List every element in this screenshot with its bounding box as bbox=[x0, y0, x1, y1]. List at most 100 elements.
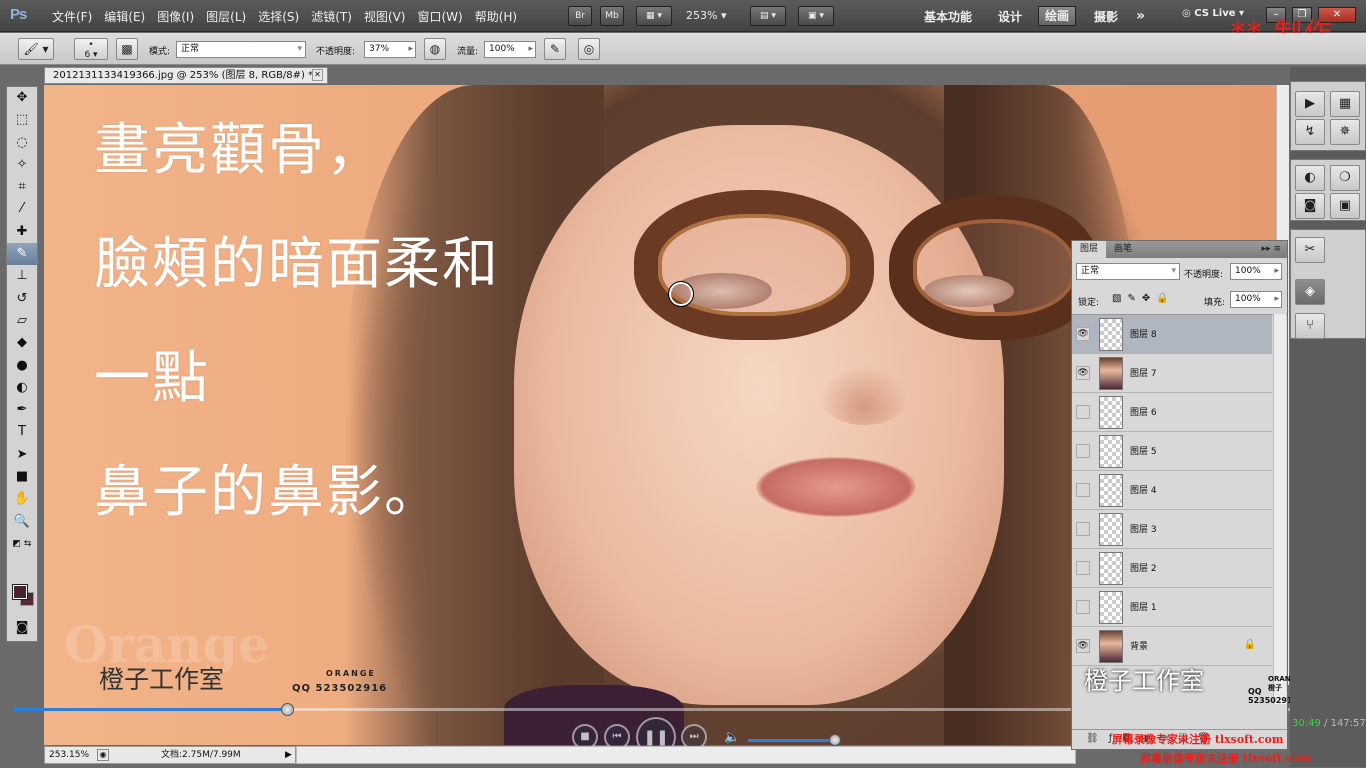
eraser-icon[interactable]: ▱ bbox=[7, 310, 37, 332]
zoom-level-select[interactable]: 253% ▾ bbox=[686, 9, 726, 22]
airbrush-icon[interactable]: ✎ bbox=[544, 38, 566, 60]
bucket-icon[interactable]: ◆ bbox=[7, 332, 37, 354]
layer-row[interactable]: 图层 6 bbox=[1072, 393, 1272, 432]
move-icon[interactable]: ✥ bbox=[7, 87, 37, 109]
menu-select[interactable]: 选择(S) bbox=[252, 9, 305, 25]
screen-mode-button[interactable]: ▣ ▾ bbox=[798, 6, 834, 26]
layer-row[interactable]: 👁 图层 7 bbox=[1072, 354, 1272, 393]
zoom-status[interactable]: 253.15% bbox=[49, 747, 89, 763]
fill-field[interactable]: 100% ▸ bbox=[1230, 291, 1282, 308]
layer-list-scrollbar[interactable] bbox=[1273, 314, 1286, 704]
shape-icon[interactable]: ■ bbox=[7, 466, 37, 488]
bridge-button[interactable]: Br bbox=[568, 6, 592, 26]
volume-bar[interactable] bbox=[748, 734, 842, 746]
visibility-eye-icon[interactable] bbox=[1076, 405, 1090, 419]
lock-icons[interactable]: ▧✎✥🔒 bbox=[1112, 293, 1175, 304]
workspace-photography[interactable]: 摄影 bbox=[1094, 8, 1118, 25]
layer-blend-select[interactable]: 正常 ▾ bbox=[1076, 263, 1180, 280]
flow-field[interactable]: 100% ▸ bbox=[484, 41, 536, 58]
hand-icon[interactable]: ✋ bbox=[7, 488, 37, 510]
layer-row[interactable]: 图层 4 bbox=[1072, 471, 1272, 510]
menu-view[interactable]: 视图(V) bbox=[358, 9, 412, 25]
lasso-icon[interactable]: ◌ bbox=[7, 132, 37, 154]
history-icon[interactable]: ↯ bbox=[1295, 119, 1325, 145]
close-document-icon[interactable]: ✕ bbox=[312, 69, 323, 81]
pressure-opacity-icon[interactable]: ◍ bbox=[424, 38, 446, 60]
tab-brush[interactable]: 画笔 bbox=[1106, 241, 1140, 258]
blend-mode-select[interactable]: 正常 ▾ bbox=[176, 41, 306, 58]
panel-menu-icon[interactable]: ▸▸ ≡ bbox=[1262, 241, 1287, 258]
link-layers-icon[interactable]: ⛓ bbox=[1086, 733, 1109, 744]
menu-window[interactable]: 窗口(W) bbox=[411, 9, 468, 25]
brush-panel-toggle-icon[interactable]: ▩ bbox=[116, 38, 138, 60]
visibility-eye-icon[interactable]: 👁 bbox=[1076, 639, 1090, 653]
zoom-icon[interactable]: 🔍 bbox=[7, 511, 37, 533]
visibility-eye-icon[interactable] bbox=[1076, 600, 1090, 614]
workspace-painting[interactable]: 绘画 bbox=[1038, 6, 1077, 26]
workspace-design[interactable]: 设计 bbox=[998, 8, 1022, 25]
visibility-eye-icon[interactable]: 👁 bbox=[1076, 327, 1090, 341]
volume-handle[interactable] bbox=[829, 734, 842, 746]
adjustments-icon[interactable]: ❍ bbox=[1330, 165, 1360, 191]
quick-mask-icon[interactable]: ◙ bbox=[7, 617, 37, 639]
layer-row[interactable]: 图层 3 bbox=[1072, 510, 1272, 549]
layer-row[interactable]: 图层 2 bbox=[1072, 549, 1272, 588]
path-select-icon[interactable]: ➤ bbox=[7, 444, 37, 466]
mini-bridge-button[interactable]: Mb bbox=[600, 6, 624, 26]
overlay-studio-name: 橙子工作室 bbox=[1084, 667, 1204, 695]
visibility-eye-icon[interactable] bbox=[1076, 444, 1090, 458]
blur-icon[interactable]: ● bbox=[7, 355, 37, 377]
layer-row[interactable]: 图层 1 bbox=[1072, 588, 1272, 627]
document-tab[interactable]: 2012131133419366.jpg @ 253% (图层 8, RGB/8… bbox=[44, 67, 328, 84]
layer-row[interactable]: 图层 5 bbox=[1072, 432, 1272, 471]
tab-layers[interactable]: 图层 bbox=[1072, 241, 1107, 258]
styles-icon[interactable]: ▣ bbox=[1330, 193, 1360, 219]
layer-row[interactable]: 👁 图层 8 bbox=[1072, 315, 1272, 354]
volume-icon[interactable]: 🔈 bbox=[724, 730, 740, 745]
channels-icon[interactable]: ⑂ bbox=[1295, 313, 1325, 339]
view-extras-button[interactable]: ▦ ▾ bbox=[636, 6, 672, 26]
tool-preset-picker[interactable]: 🖌 ▾ bbox=[18, 38, 54, 60]
actions-play-icon[interactable]: ▶ bbox=[1295, 91, 1325, 117]
eyedropper-icon[interactable]: ⁄ bbox=[7, 198, 37, 220]
quick-select-icon[interactable]: ✧ bbox=[7, 154, 37, 176]
pen-icon[interactable]: ✒ bbox=[7, 399, 37, 421]
swatches-grid-icon[interactable]: ▦ bbox=[1330, 91, 1360, 117]
layers-panel-icon[interactable]: ◈ bbox=[1295, 279, 1325, 305]
masks-icon[interactable]: ◙ bbox=[1295, 193, 1325, 219]
brush-preset-picker[interactable]: • 6 ▾ bbox=[74, 38, 108, 60]
menu-help[interactable]: 帮助(H) bbox=[469, 9, 523, 25]
workspace-essentials[interactable]: 基本功能 bbox=[924, 8, 972, 25]
menu-image[interactable]: 图像(I) bbox=[151, 9, 200, 25]
layer-opacity-field[interactable]: 100% ▸ bbox=[1230, 263, 1282, 280]
stamp-icon[interactable]: ⊥ bbox=[7, 265, 37, 287]
opacity-field[interactable]: 37% ▸ bbox=[364, 41, 416, 58]
swap-colors-icon[interactable]: ◩ ⇆ bbox=[7, 533, 37, 555]
visibility-eye-icon[interactable] bbox=[1076, 483, 1090, 497]
horizontal-scrollbar[interactable] bbox=[296, 746, 1076, 764]
workspace-more-button[interactable]: » bbox=[1136, 8, 1145, 24]
tool-presets-icon[interactable]: ✂ bbox=[1295, 237, 1325, 263]
marquee-icon[interactable]: ⬚ bbox=[7, 109, 37, 131]
healing-icon[interactable]: ✚ bbox=[7, 221, 37, 243]
visibility-eye-icon[interactable]: 👁 bbox=[1076, 366, 1090, 380]
history-brush-icon[interactable]: ↺ bbox=[7, 288, 37, 310]
menu-filter[interactable]: 滤镜(T) bbox=[305, 9, 358, 25]
color-icon[interactable]: ◐ bbox=[1295, 165, 1325, 191]
pressure-size-icon[interactable]: ◎ bbox=[578, 38, 600, 60]
menu-layer[interactable]: 图层(L) bbox=[200, 9, 252, 25]
seek-handle[interactable] bbox=[281, 703, 295, 716]
visibility-eye-icon[interactable] bbox=[1076, 561, 1090, 575]
type-icon[interactable]: T bbox=[7, 421, 37, 443]
arrange-documents-button[interactable]: ▤ ▾ bbox=[750, 6, 786, 26]
status-info-icon[interactable]: ◉ bbox=[97, 749, 109, 761]
status-menu-arrow-icon[interactable]: ▶ bbox=[285, 747, 292, 763]
menu-edit[interactable]: 编辑(E) bbox=[98, 9, 151, 25]
foreground-color-swatch[interactable] bbox=[12, 584, 28, 600]
dodge-icon[interactable]: ◐ bbox=[7, 377, 37, 399]
brush-icon[interactable]: ✎ bbox=[7, 243, 37, 266]
visibility-eye-icon[interactable] bbox=[1076, 522, 1090, 536]
crop-icon[interactable]: ⌗ bbox=[7, 176, 37, 198]
menu-file[interactable]: 文件(F) bbox=[46, 9, 98, 25]
navigator-icon[interactable]: ✵ bbox=[1330, 119, 1360, 145]
